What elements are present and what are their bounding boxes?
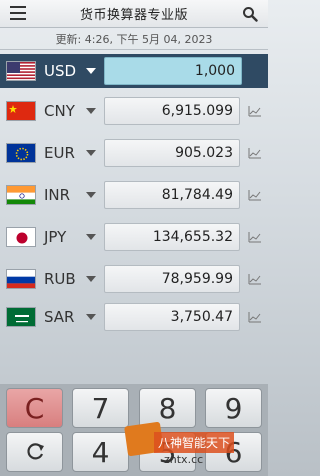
chevron-down-icon[interactable] [86,276,96,282]
chevron-down-icon[interactable] [86,192,96,198]
refresh-button[interactable] [6,432,63,472]
in-flag-icon [6,185,36,205]
currency-amount-field[interactable]: 3,750.47 [104,303,240,331]
chevron-down-icon[interactable] [86,108,96,114]
trend-chart-icon[interactable] [248,147,262,159]
currency-amount-field[interactable]: 905.023 [104,139,240,167]
trend-chart-icon[interactable] [248,105,262,117]
watermark-url: zntx.cc [164,453,204,466]
last-updated-text: 更新: 4:26, 下午 5月 04, 2023 [0,30,268,50]
cn-flag-icon [6,101,36,121]
key-7-button[interactable]: 7 [72,388,129,428]
currency-code[interactable]: SAR [44,308,74,326]
app-toolbar: 货币换算器专业版 [0,0,268,28]
trend-chart-icon[interactable] [248,231,262,243]
currency-code[interactable]: JPY [44,228,66,246]
currency-row-eur: EUR 905.023 [0,136,268,170]
currency-row-rub: RUB 78,959.99 [0,262,268,296]
trend-chart-icon[interactable] [248,189,262,201]
sa-flag-icon [6,307,36,327]
currency-code[interactable]: CNY [44,102,75,120]
key-4-button[interactable]: 4 [72,432,129,472]
chevron-down-icon[interactable] [86,314,96,320]
menu-icon[interactable] [10,6,26,20]
us-flag-icon [6,61,36,81]
jp-flag-icon [6,227,36,247]
clear-button[interactable]: C [6,388,63,428]
trend-chart-icon[interactable] [248,311,262,323]
key-8-button[interactable]: 8 [139,388,196,428]
app-title: 货币换算器专业版 [79,8,188,23]
watermark: 八神智能天下 zntx.cc [126,426,262,472]
currency-code[interactable]: INR [44,186,70,204]
chevron-down-icon[interactable] [86,68,96,74]
ru-flag-icon [6,269,36,289]
currency-amount-field[interactable]: 78,959.99 [104,265,240,293]
eu-flag-icon [6,143,36,163]
currency-amount-field[interactable]: 6,915.099 [104,97,240,125]
search-icon[interactable] [242,6,258,22]
currency-row-sar: SAR 3,750.47 [0,300,268,334]
base-currency-row: USD 1,000 [0,54,268,88]
key-9-button[interactable]: 9 [205,388,262,428]
currency-row-cny: CNY 6,915.099 [0,94,268,128]
currency-code[interactable]: EUR [44,144,75,162]
base-currency-code[interactable]: USD [44,62,76,80]
refresh-icon [26,443,44,460]
trend-chart-icon[interactable] [248,273,262,285]
currency-amount-field[interactable]: 134,655.32 [104,223,240,251]
currency-row-inr: INR 81,784.49 [0,178,268,212]
base-amount-input[interactable]: 1,000 [104,57,242,85]
chevron-down-icon[interactable] [86,234,96,240]
currency-code[interactable]: RUB [44,270,76,288]
watermark-text: 八神智能天下 [154,432,235,453]
chevron-down-icon[interactable] [86,150,96,156]
currency-amount-field[interactable]: 81,784.49 [104,181,240,209]
currency-row-jpy: JPY 134,655.32 [0,220,268,254]
